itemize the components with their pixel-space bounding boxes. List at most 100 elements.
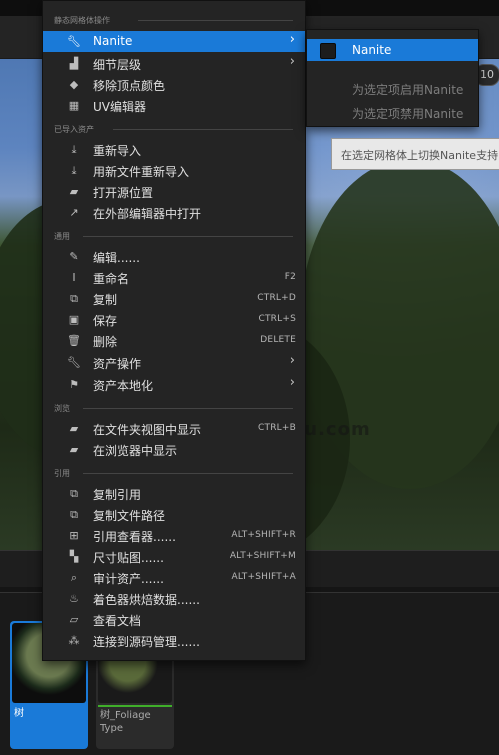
menu-item-shader-cook-stats[interactable]: ♨ 着色器烘焙数据...... [43,588,305,609]
section-imported: 已导入资产 [43,121,305,135]
section-divider [138,20,293,21]
folder-search-icon: ▰ [69,443,79,456]
section-label: 浏览 [54,404,70,413]
shortcut-label: ALT+SHIFT+R [231,530,296,540]
menu-item-label: 复制 [93,293,118,307]
shortcut-label: CTRL+D [257,293,296,303]
menu-item-reimport[interactable]: ⤓ 重新导入 [43,139,305,160]
section-references: 引用 [43,465,305,479]
menu-item-audit-assets[interactable]: ⌕ 审计资产...... ALT+SHIFT+A [43,567,305,588]
section-static-mesh: 静态网格体操作 [43,12,305,26]
menu-item-copy-reference[interactable]: ⧉ 复制引用 [43,483,305,504]
wrench-icon: 🔧︎ [67,35,81,48]
eraser-icon: ◆ [69,78,79,91]
menu-item-open-external-editor[interactable]: ↗ 在外部编辑器中打开 [43,202,305,223]
folder-open-icon: ▰ [69,185,79,198]
menu-item-nanite[interactable]: 🔧︎ Nanite › [43,31,305,52]
audit-icon: ⌕ [70,571,78,584]
duplicate-icon: ⧉ [70,292,78,305]
menu-item-label: 资产本地化 [93,379,154,393]
menu-item-delete[interactable]: 🗑︎ 删除 DELETE [43,330,305,351]
menu-item-edit[interactable]: ✎ 编辑...... [43,246,305,267]
asset-label: 树_Foliage Type [100,710,151,734]
menu-item-remove-vertex-colors[interactable]: ◆ 移除顶点颜色 [43,74,305,95]
shortcut-label: F2 [284,272,296,282]
menu-item-reference-viewer[interactable]: ⊞ 引用查看器...... ALT+SHIFT+R [43,525,305,546]
external-link-icon: ↗ [69,206,79,219]
trash-icon: 🗑︎ [67,334,81,347]
menu-item-reimport-new-file[interactable]: ⤓ 用新文件重新导入 [43,160,305,181]
menu-item-open-source-location[interactable]: ▰ 打开源位置 [43,181,305,202]
menu-item-uv-editor[interactable]: ▦ UV编辑器 [43,95,305,116]
asset-label: 树 [14,708,24,719]
section-label: 通用 [54,232,70,241]
menu-item-show-in-browser[interactable]: ▰ 在浏览器中显示 [43,439,305,460]
shortcut-label: CTRL+B [258,423,296,433]
shortcut-label: ALT+SHIFT+M [229,551,296,561]
chevron-right-icon: › [289,54,295,69]
shortcut-label: CTRL+S [258,314,296,324]
section-divider [83,408,293,409]
chevron-right-icon: › [289,353,295,368]
submenu-item-label: 为选定项禁用Nanite [352,107,464,121]
shader-cook-icon: ♨ [69,592,79,605]
menu-item-label: 连接到源码管理...... [93,635,200,649]
tooltip-text: 在选定网格体上切换Nanite支持 [341,149,499,162]
menu-item-label: 引用查看器...... [93,530,176,544]
section-divider [113,129,293,130]
reimport-icon: ⤓ [71,143,77,156]
menu-item-connect-source-control[interactable]: ⁂ 连接到源码管理...... [43,630,305,651]
menu-item-label: 重命名 [93,272,130,286]
submenu-item-label: 为选定项启用Nanite [352,83,464,97]
section-divider [83,473,293,474]
menu-item-label: 尺寸贴图...... [93,551,164,565]
menu-item-label: 着色器烘焙数据...... [93,593,200,607]
menu-item-rename[interactable]: Ⅰ 重命名 F2 [43,267,305,288]
menu-item-label: 资产操作 [93,357,142,371]
section-common: 通用 [43,228,305,242]
menu-item-label: 编辑...... [93,251,140,265]
save-icon: ▣ [68,313,80,326]
section-divider [83,236,293,237]
shortcut-label: DELETE [260,335,296,345]
flag-icon: ⚑ [69,378,79,391]
reimport-file-icon: ⤓ [71,164,77,177]
menu-item-label: 移除顶点颜色 [93,79,166,93]
checkbox[interactable] [320,43,336,59]
menu-item-label: 用新文件重新导入 [93,165,190,179]
menu-item-label: 删除 [93,335,118,349]
submenu-item-disable-nanite[interactable]: 为选定项禁用Nanite [307,101,478,123]
section-browse: 浏览 [43,400,305,414]
submenu-item-nanite-toggle[interactable]: Nanite [307,39,478,61]
submenu-item-label: Nanite [352,43,392,57]
menu-item-label: 审计资产...... [93,572,164,586]
menu-item-size-map[interactable]: ▚ 尺寸贴图...... ALT+SHIFT+M [43,546,305,567]
menu-item-duplicate[interactable]: ⧉ 复制 CTRL+D [43,288,305,309]
menu-item-copy-file-path[interactable]: ⧉ 复制文件路径 [43,504,305,525]
reference-viewer-icon: ⊞ [69,529,79,542]
size-map-icon: ▚ [69,550,79,563]
context-menu: 静态网格体操作 🔧︎ Nanite › ▟ 细节层级 › ◆ 移除顶点颜色 ▦ … [42,0,306,661]
submenu-item-enable-nanite[interactable]: 为选定项启用Nanite [307,77,478,99]
pencil-icon: ✎ [69,250,79,263]
copy-icon: ⧉ [70,487,78,500]
uv-grid-icon: ▦ [68,99,80,112]
menu-item-label: 复制引用 [93,488,142,502]
menu-item-lod[interactable]: ▟ 细节层级 › [43,53,305,74]
menu-item-label: 打开源位置 [93,186,154,200]
menu-item-label: 在浏览器中显示 [93,444,178,458]
menu-item-asset-localization[interactable]: ⚑ 资产本地化 › [43,374,305,395]
menu-item-label: Nanite [93,34,133,48]
tooltip: 在选定网格体上切换Nanite支持 [331,138,499,170]
rename-icon: Ⅰ [72,271,76,284]
wrench-icon: 🔧︎ [67,356,81,369]
copy-icon: ⧉ [70,508,78,521]
menu-item-view-documentation[interactable]: ▱ 查看文档 [43,609,305,630]
chevron-right-icon: › [289,375,295,390]
book-icon: ▱ [69,613,79,626]
menu-item-asset-actions[interactable]: 🔧︎ 资产操作 › [43,352,305,373]
menu-item-label: 在外部编辑器中打开 [93,207,202,221]
menu-item-save[interactable]: ▣ 保存 CTRL+S [43,309,305,330]
menu-item-show-in-folder-view[interactable]: ▰ 在文件夹视图中显示 CTRL+B [43,418,305,439]
nanite-submenu: Nanite 为选定项启用Nanite 为选定项禁用Nanite [306,29,479,127]
